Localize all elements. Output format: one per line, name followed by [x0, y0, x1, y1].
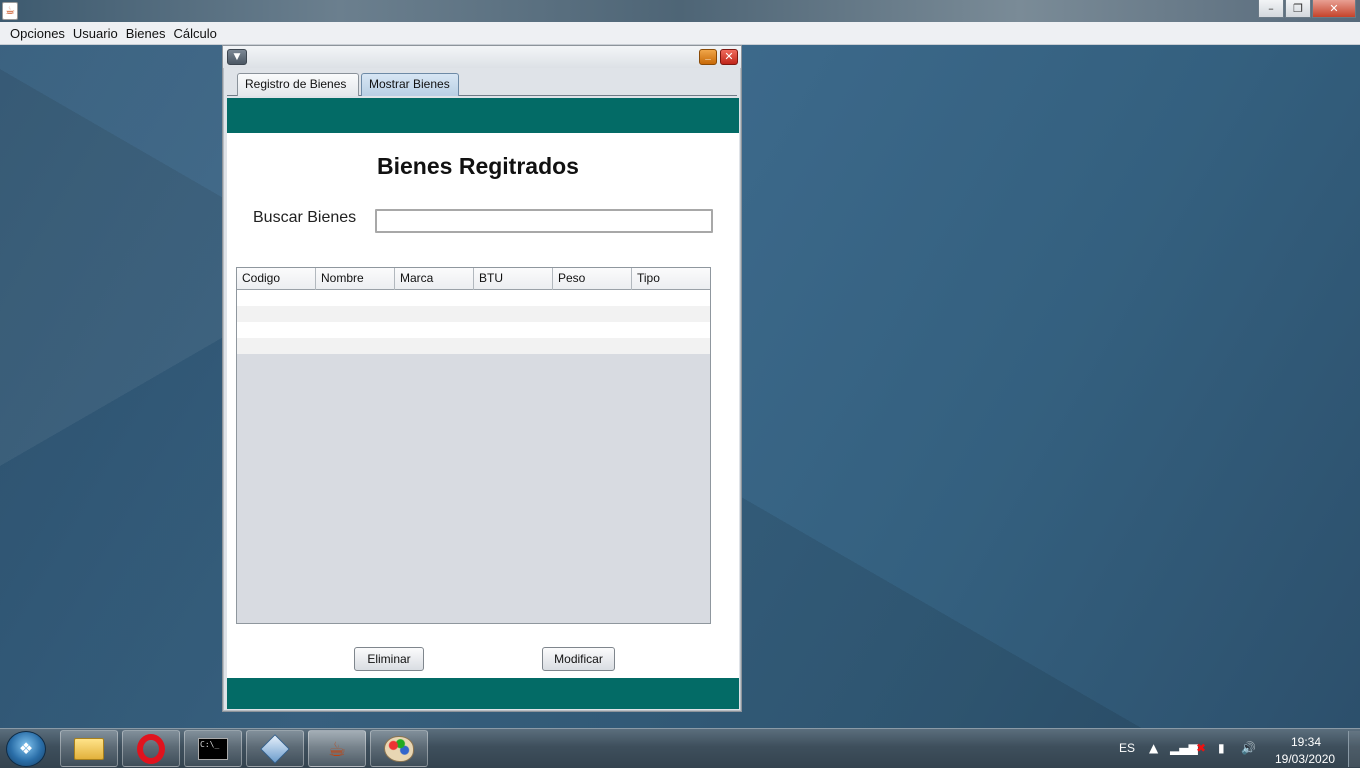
show-hidden-icons[interactable]: ▲	[1149, 741, 1158, 755]
paint-icon	[384, 735, 414, 762]
app-titlebar: ☕ – ❐ ✕	[0, 0, 1360, 22]
taskbar-cmd[interactable]: C:\_	[184, 730, 242, 767]
column-header-codigo[interactable]: Codigo	[237, 268, 316, 290]
internal-frame-titlebar[interactable]: ▼ _ ✕	[223, 46, 741, 68]
footer-band	[227, 678, 739, 709]
frame-close-button[interactable]: ✕	[720, 49, 738, 65]
search-label: Buscar Bienes	[253, 209, 357, 226]
app-window-controls: – ❐ ✕	[1258, 0, 1356, 18]
column-header-peso[interactable]: Peso	[553, 268, 632, 290]
table-row[interactable]	[237, 290, 710, 306]
start-button[interactable]: ❖	[6, 731, 46, 767]
restore-icon: ❐	[1293, 2, 1303, 15]
windows-logo-icon: ❖	[18, 739, 34, 758]
opera-icon	[137, 733, 165, 764]
close-button[interactable]: ✕	[1312, 0, 1356, 18]
frame-minimize-button[interactable]: _	[699, 49, 717, 65]
menubar: Opciones Usuario Bienes Cálculo	[0, 22, 1360, 45]
table-header: Codigo Nombre Marca BTU Peso Tipo	[237, 268, 710, 290]
taskbar-java[interactable]: ☕	[308, 730, 366, 767]
cmd-icon: C:\_	[198, 737, 228, 760]
eliminar-button[interactable]: Eliminar	[354, 647, 424, 671]
menu-opciones[interactable]: Opciones	[6, 26, 69, 41]
signal-icon[interactable]: ▂▄▆	[1170, 741, 1198, 755]
column-header-nombre[interactable]: Nombre	[316, 268, 395, 290]
header-band	[227, 98, 739, 133]
taskbar-virtualbox[interactable]	[246, 730, 304, 767]
network-error-icon[interactable]: ✖	[1196, 741, 1206, 755]
folder-icon	[74, 737, 104, 760]
column-header-marca[interactable]: Marca	[395, 268, 474, 290]
tab-registro-de-bienes[interactable]: Registro de Bienes	[237, 73, 359, 96]
taskbar-paint[interactable]	[370, 730, 428, 767]
bienes-table[interactable]: Codigo Nombre Marca BTU Peso Tipo	[236, 267, 711, 624]
minimize-icon: –	[1268, 2, 1274, 15]
battery-icon[interactable]: ▮	[1218, 741, 1225, 755]
page-title: Bienes Regitrados	[377, 153, 579, 179]
tab-mostrar-bienes[interactable]: Mostrar Bienes	[361, 73, 459, 96]
clock-date[interactable]: 19/03/2020	[1275, 752, 1335, 766]
close-icon: ✕	[724, 50, 734, 63]
clock-time[interactable]: 19:34	[1291, 735, 1321, 749]
minimize-icon: _	[705, 50, 711, 61]
column-header-btu[interactable]: BTU	[474, 268, 553, 290]
virtualbox-icon	[260, 733, 290, 764]
mostrar-bienes-panel: Bienes Regitrados Buscar Bienes Codigo N…	[227, 98, 739, 709]
menu-calculo[interactable]: Cálculo	[169, 26, 220, 41]
language-indicator[interactable]: ES	[1119, 741, 1135, 755]
taskbar-opera[interactable]	[122, 730, 180, 767]
minimize-button[interactable]: –	[1258, 0, 1284, 18]
java-app-icon[interactable]: ☕	[2, 2, 18, 20]
column-header-tipo[interactable]: Tipo	[632, 268, 710, 290]
menu-usuario[interactable]: Usuario	[69, 26, 122, 41]
bienes-internal-frame: ▼ _ ✕ Registro de Bienes Mostrar Bienes …	[222, 45, 742, 712]
search-input[interactable]	[375, 209, 713, 233]
table-row[interactable]	[237, 322, 710, 338]
tab-strip: Registro de Bienes Mostrar Bienes	[227, 72, 737, 96]
table-row[interactable]	[237, 338, 710, 354]
table-row[interactable]	[237, 306, 710, 322]
menu-bienes[interactable]: Bienes	[122, 26, 170, 41]
taskbar-explorer[interactable]	[60, 730, 118, 767]
volume-icon[interactable]: 🔊	[1241, 741, 1256, 755]
close-icon: ✕	[1329, 2, 1339, 15]
frame-menu-button[interactable]: ▼	[227, 49, 247, 65]
java-icon: ☕	[328, 736, 346, 761]
modificar-button[interactable]: Modificar	[542, 647, 615, 671]
show-desktop-button[interactable]	[1348, 731, 1360, 767]
chevron-down-icon: ▼	[233, 52, 241, 62]
taskbar: ❖ C:\_ ☕ ES ▲ ▂▄▆ ✖ ▮ 🔊 19:34 19/03/2020	[0, 728, 1360, 768]
maximize-button[interactable]: ❐	[1285, 0, 1311, 18]
